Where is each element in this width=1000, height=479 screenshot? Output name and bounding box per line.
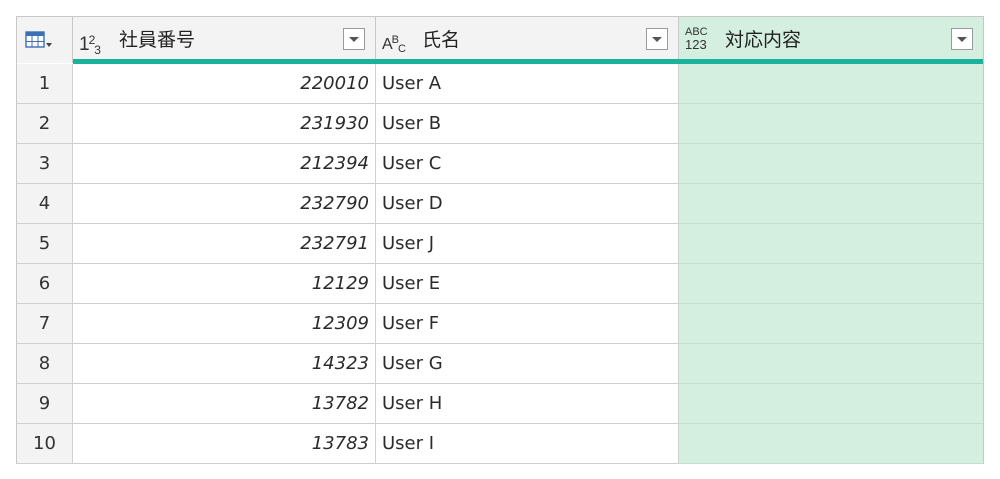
row-number[interactable]: 5 — [17, 224, 73, 264]
cell-employee-id[interactable]: 14323 — [73, 344, 376, 384]
data-preview-grid: 123 社員番号 ABC 氏名 ABC 123 対応内容 1 220010 Use… — [16, 16, 984, 464]
any-type-icon[interactable]: ABC 123 — [685, 26, 708, 52]
column-header-response[interactable]: ABC 123 対応内容 — [679, 17, 983, 64]
cell-name[interactable]: User C — [376, 144, 679, 184]
cell-name[interactable]: User A — [376, 64, 679, 104]
row-number[interactable]: 6 — [17, 264, 73, 304]
text-type-icon[interactable]: ABC — [382, 27, 406, 55]
cell-employee-id[interactable]: 232791 — [73, 224, 376, 264]
cell-response[interactable] — [679, 184, 983, 224]
column-header-name[interactable]: ABC 氏名 — [376, 17, 679, 64]
cell-name[interactable]: User J — [376, 224, 679, 264]
cell-response[interactable] — [679, 224, 983, 264]
cell-response[interactable] — [679, 104, 983, 144]
row-number[interactable]: 9 — [17, 384, 73, 424]
row-number[interactable]: 1 — [17, 64, 73, 104]
row-number[interactable]: 4 — [17, 184, 73, 224]
column-title: 氏名 — [422, 29, 461, 51]
column-title: 対応内容 — [725, 29, 802, 51]
cell-employee-id[interactable]: 13782 — [73, 384, 376, 424]
cell-response[interactable] — [679, 264, 983, 304]
cell-employee-id[interactable]: 12309 — [73, 304, 376, 344]
table-row: 4 232790 User D — [17, 184, 983, 224]
table-row: 5 232791 User J — [17, 224, 983, 264]
cell-employee-id[interactable]: 13783 — [73, 424, 376, 464]
table-menu-cell[interactable] — [17, 17, 73, 63]
cell-name[interactable]: User E — [376, 264, 679, 304]
column-header-row: 123 社員番号 ABC 氏名 ABC 123 対応内容 — [17, 17, 983, 64]
cell-name[interactable]: User H — [376, 384, 679, 424]
table-row: 10 13783 User I — [17, 424, 983, 464]
row-number[interactable]: 2 — [17, 104, 73, 144]
whole-number-icon[interactable]: 123 — [79, 27, 101, 57]
cell-name[interactable]: User G — [376, 344, 679, 384]
cell-response[interactable] — [679, 424, 983, 464]
cell-employee-id[interactable]: 232790 — [73, 184, 376, 224]
column-filter-button[interactable] — [343, 28, 365, 50]
table-row: 2 231930 User B — [17, 104, 983, 144]
table-row: 3 212394 User C — [17, 144, 983, 184]
column-title: 社員番号 — [119, 29, 196, 51]
cell-employee-id[interactable]: 220010 — [73, 64, 376, 104]
cell-employee-id[interactable]: 12129 — [73, 264, 376, 304]
table-row: 8 14323 User G — [17, 344, 983, 384]
cell-name[interactable]: User F — [376, 304, 679, 344]
row-number[interactable]: 10 — [17, 424, 73, 464]
table-row: 6 12129 User E — [17, 264, 983, 304]
table-row: 1 220010 User A — [17, 64, 983, 104]
row-number[interactable]: 3 — [17, 144, 73, 184]
row-number[interactable]: 7 — [17, 304, 73, 344]
cell-employee-id[interactable]: 212394 — [73, 144, 376, 184]
column-filter-button[interactable] — [951, 28, 973, 50]
cell-response[interactable] — [679, 64, 983, 104]
cell-name[interactable]: User D — [376, 184, 679, 224]
cell-name[interactable]: User B — [376, 104, 679, 144]
cell-employee-id[interactable]: 231930 — [73, 104, 376, 144]
column-header-employee-id[interactable]: 123 社員番号 — [73, 17, 376, 64]
table-icon[interactable] — [25, 31, 53, 49]
table-row: 9 13782 User H — [17, 384, 983, 424]
column-filter-button[interactable] — [646, 28, 668, 50]
cell-name[interactable]: User I — [376, 424, 679, 464]
cell-response[interactable] — [679, 144, 983, 184]
cell-response[interactable] — [679, 384, 983, 424]
row-number[interactable]: 8 — [17, 344, 73, 384]
table-row: 7 12309 User F — [17, 304, 983, 344]
cell-response[interactable] — [679, 344, 983, 384]
cell-response[interactable] — [679, 304, 983, 344]
